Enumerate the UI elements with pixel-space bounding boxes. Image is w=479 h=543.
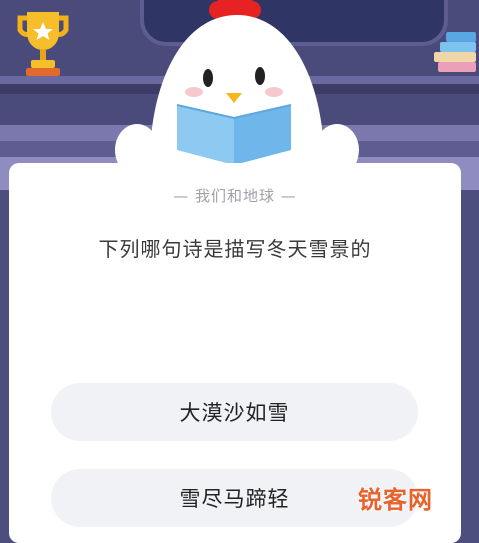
books-icon (434, 32, 476, 72)
quiz-category: — 我们和地球 — (173, 187, 297, 205)
header-scene (0, 0, 479, 190)
chick-mascot (115, 0, 359, 190)
answer-option-1[interactable]: 大漠沙如雪 (51, 383, 418, 441)
watermark-logo: 锐客网 (358, 486, 433, 514)
trophy-icon (17, 12, 69, 76)
quiz-question: 下列哪句诗是描写冬天雪景的 (98, 237, 372, 261)
